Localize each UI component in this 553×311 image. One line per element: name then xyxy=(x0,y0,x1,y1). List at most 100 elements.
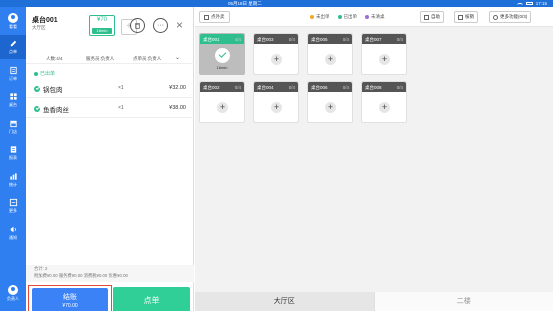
table-card-name: 桌台001 xyxy=(203,36,220,42)
plus-icon[interactable]: + xyxy=(325,102,336,113)
table-card-capacity: 0/4 xyxy=(342,84,349,90)
dish-name-wrap: 锅包肉 xyxy=(34,84,63,94)
legend-item: 未出单 xyxy=(310,14,330,20)
table-card[interactable]: 桌台001 4/4 16min xyxy=(199,33,245,75)
table-icon xyxy=(9,92,18,101)
more-functions-label: 更多功能(0/3) xyxy=(500,14,528,19)
toolbar: 点外卖 未出单 已出单 未清桌 自助 核销 更多功能(0/3) xyxy=(195,7,553,27)
legend-label: 已出单 xyxy=(343,14,358,19)
legend-item: 未清桌 xyxy=(365,14,385,20)
sidebar-item-label: 通知 xyxy=(9,235,17,240)
total-count: 合计: 2 xyxy=(34,266,48,271)
more-functions-icon xyxy=(493,14,498,20)
status-bar: 05月18日 星期二 17:15 xyxy=(0,0,553,7)
table-card-time: 16min xyxy=(216,65,228,70)
dish-qty: ×1 xyxy=(118,85,124,91)
dish-price: ¥32.00 xyxy=(169,85,186,91)
takeout-icon xyxy=(204,14,209,20)
dish-row[interactable]: 锅包肉 ×1 ¥32.00 xyxy=(26,78,194,98)
order-info-row: 人数:4/4 服务员:负责人 点单员:负责人 ⌄ xyxy=(26,52,194,64)
self-service-icon xyxy=(424,14,429,20)
sidebar-item-order[interactable]: 点单 xyxy=(0,35,26,59)
tab-main-hall[interactable]: 大厅区 xyxy=(195,292,374,311)
table-card-name: 桌台005 xyxy=(311,36,328,42)
report-icon xyxy=(9,145,18,154)
sidebar: 看看 点单 订单 桌台 门店 报表 统计 更多 通知 负责人 xyxy=(0,7,26,311)
table-card[interactable]: 桌台002 0/4 + xyxy=(199,81,245,123)
verify-button[interactable]: 核销 xyxy=(454,11,478,23)
dish-name-wrap: 鱼香肉丝 xyxy=(34,104,69,114)
plus-icon[interactable]: + xyxy=(325,54,336,65)
takeout-label: 点外卖 xyxy=(211,14,225,19)
chevron-down-icon[interactable]: ⌄ xyxy=(175,54,180,61)
sidebar-item-tables[interactable]: 桌台 xyxy=(0,88,26,112)
status-clock: 17:15 xyxy=(535,1,547,6)
plus-icon[interactable]: + xyxy=(379,102,390,113)
status-right: 17:15 xyxy=(516,0,547,7)
table-card[interactable]: 桌台004 0/4 + xyxy=(253,81,299,123)
checkout-highlight: 结账 ¥70.00 xyxy=(28,285,112,311)
store-icon xyxy=(9,119,18,128)
table-card[interactable]: 桌台006 0/4 + xyxy=(307,81,353,123)
legend-item: 已出单 xyxy=(337,14,358,20)
table-card-capacity: 0/4 xyxy=(342,36,349,42)
self-service-button[interactable]: 自助 xyxy=(420,11,444,23)
dish-name: 锅包肉 xyxy=(43,87,63,94)
avatar-icon xyxy=(8,12,18,23)
sidebar-item-profile[interactable]: 看看 xyxy=(0,9,26,33)
table-card[interactable]: 桌台005 0/4 + xyxy=(307,33,353,75)
sidebar-item-label: 报表 xyxy=(9,155,17,160)
plus-icon[interactable]: + xyxy=(217,102,228,113)
table-card-header: 桌台005 0/4 xyxy=(308,34,352,44)
table-card[interactable]: 桌台008 0/4 + xyxy=(361,81,407,123)
more-functions-button[interactable]: 更多功能(0/3) xyxy=(489,11,532,23)
place-order-button[interactable]: 点单 xyxy=(113,287,190,311)
dish-row[interactable]: 鱼香肉丝 ×1 ¥38.00 xyxy=(26,98,194,118)
table-area: 点外卖 未出单 已出单 未清桌 自助 核销 更多功能(0/3) 桌台001 4/… xyxy=(195,7,553,311)
stats-icon xyxy=(9,172,18,181)
more-options-button[interactable]: ··· xyxy=(153,18,168,33)
table-price: ¥70 xyxy=(96,17,107,23)
plus-icon[interactable]: + xyxy=(271,102,282,113)
table-card-header: 桌台003 0/4 xyxy=(254,34,298,44)
table-card-name: 桌台006 xyxy=(311,84,328,90)
people-count: 人数:4/4 xyxy=(46,56,63,61)
plus-icon[interactable]: + xyxy=(379,54,390,65)
delete-button[interactable] xyxy=(130,18,145,33)
status-dot-icon xyxy=(34,71,38,76)
table-card-name: 桌台004 xyxy=(257,84,274,90)
trash-icon xyxy=(135,23,140,29)
checkout-amount: ¥70.00 xyxy=(62,303,78,309)
panel-area-name: 大厅区 xyxy=(32,25,46,30)
checkout-button[interactable]: 结账 ¥70.00 xyxy=(32,288,108,311)
table-card-capacity: 0/4 xyxy=(288,84,295,90)
plus-icon[interactable]: + xyxy=(271,54,282,65)
dish-price: ¥38.00 xyxy=(169,105,186,111)
sidebar-item-label: 统计 xyxy=(9,182,17,187)
table-card-capacity: 0/4 xyxy=(396,84,403,90)
sidebar-item-store[interactable]: 门店 xyxy=(0,115,26,139)
table-card-name: 桌台008 xyxy=(365,84,382,90)
table-price-badge[interactable]: ¥70 16min xyxy=(89,15,115,36)
close-icon[interactable]: × xyxy=(176,19,183,31)
legend-dot-icon xyxy=(310,15,314,19)
sidebar-user-label: 负责人 xyxy=(7,295,19,301)
sidebar-user[interactable]: 负责人 xyxy=(0,281,26,305)
sidebar-item-label: 更多 xyxy=(9,208,17,213)
tab-second-floor[interactable]: 二楼 xyxy=(373,292,553,311)
verify-label: 核销 xyxy=(465,14,474,19)
order-icon xyxy=(9,66,18,75)
sidebar-item-report[interactable]: 报表 xyxy=(0,141,26,165)
table-duration: 16min xyxy=(92,28,112,34)
sidebar-item-orders[interactable]: 订单 xyxy=(0,62,26,86)
table-card-capacity: 0/4 xyxy=(234,84,241,90)
table-card[interactable]: 桌台003 0/4 + xyxy=(253,33,299,75)
sidebar-item-more[interactable]: 更多 xyxy=(0,194,26,218)
user-avatar-icon xyxy=(8,284,18,295)
sidebar-item-notice[interactable]: 通知 xyxy=(0,221,26,245)
table-card[interactable]: 桌台007 0/4 + xyxy=(361,33,407,75)
sidebar-item-stats[interactable]: 统计 xyxy=(0,168,26,192)
takeout-button[interactable]: 点外卖 xyxy=(199,11,230,23)
more-icon xyxy=(9,198,18,207)
legend-label: 未清桌 xyxy=(371,14,385,19)
